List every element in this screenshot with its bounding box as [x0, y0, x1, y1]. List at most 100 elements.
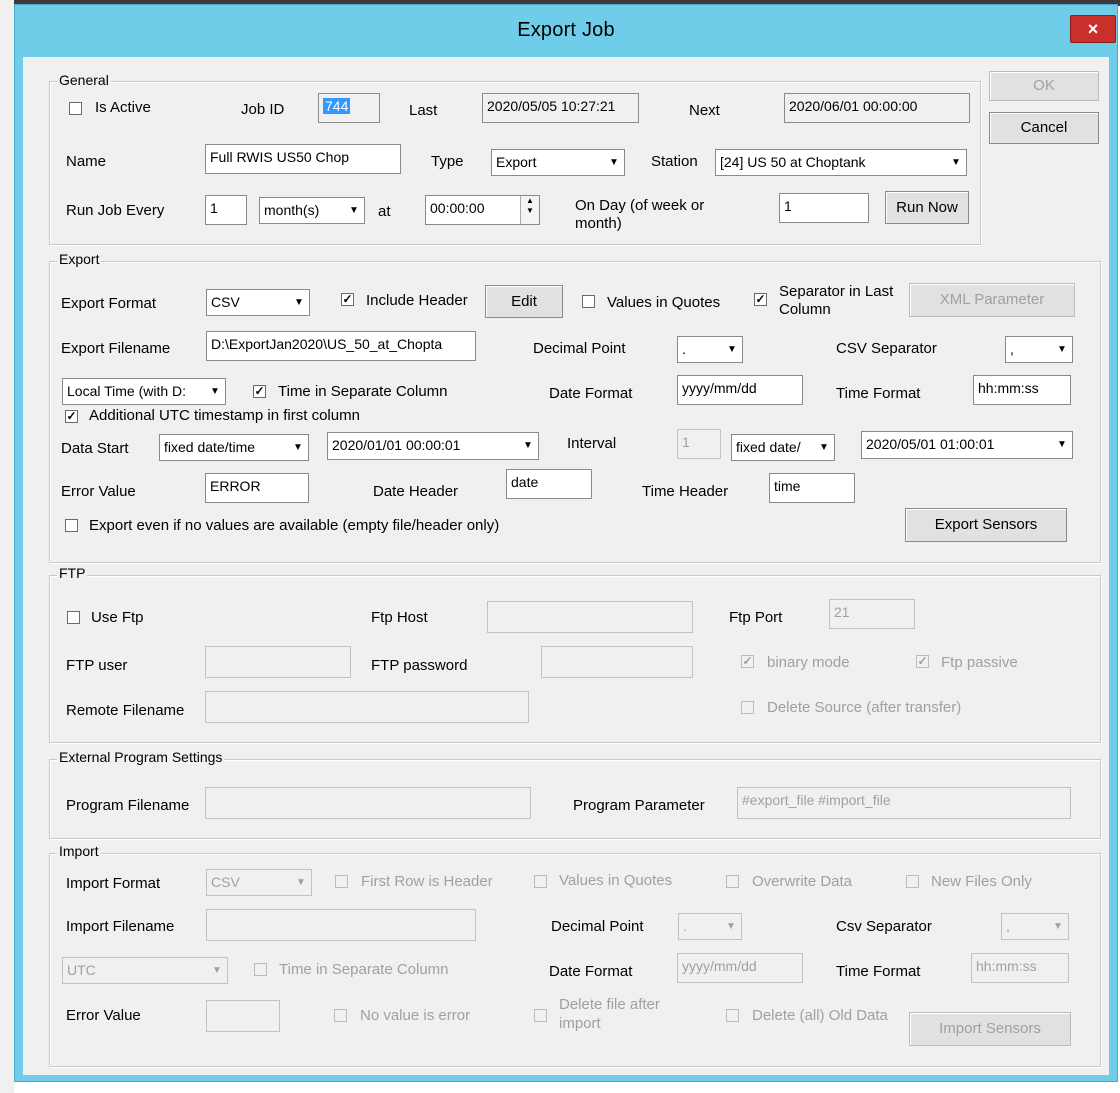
edit-button[interactable]: Edit — [485, 285, 563, 318]
first-row-header-checkbox[interactable] — [335, 875, 348, 888]
values-in-quotes-label: Values in Quotes — [607, 294, 721, 311]
export-empty-label: Export even if no values are available (… — [89, 517, 500, 534]
on-day-field[interactable]: 1 — [779, 193, 869, 223]
import-error-field[interactable] — [206, 1000, 280, 1032]
delete-old-data-checkbox[interactable] — [726, 1009, 739, 1022]
import-time-zone-select[interactable]: UTC ▼ — [62, 957, 228, 984]
ok-button[interactable]: OK — [989, 71, 1099, 101]
on-day-label: On Day (of week or — [575, 197, 705, 214]
chevron-down-icon: ▼ — [1053, 338, 1071, 361]
delete-source-checkbox[interactable] — [741, 701, 754, 714]
cancel-button[interactable]: Cancel — [989, 112, 1099, 144]
binary-mode-label: binary mode — [767, 654, 850, 671]
overwrite-data-checkbox[interactable] — [726, 875, 739, 888]
time-zone-value: Local Time (with D: — [67, 383, 187, 399]
is-active-checkbox[interactable] — [69, 102, 82, 115]
dialog-client-area: OK Cancel General Is Active Job ID 744 L… — [23, 57, 1109, 1075]
remote-filename-field[interactable] — [205, 691, 529, 723]
import-group-title: Import — [57, 843, 101, 859]
import-filename-label: Import Filename — [66, 918, 175, 935]
chevron-down-icon: ▼ — [723, 338, 741, 361]
delete-after-import-checkbox[interactable] — [534, 1009, 547, 1022]
import-time-format-field[interactable]: hh:mm:ss — [971, 953, 1069, 983]
values-in-quotes-checkbox[interactable] — [582, 295, 595, 308]
type-select[interactable]: Export ▼ — [491, 149, 625, 176]
export-format-label: Export Format — [61, 295, 157, 312]
import-time-separate-checkbox[interactable] — [254, 963, 267, 976]
close-icon: × — [1087, 19, 1099, 39]
utc-first-checkbox[interactable]: ✓ — [65, 410, 78, 423]
run-every-field[interactable]: 1 — [205, 195, 247, 225]
new-files-only-checkbox[interactable] — [906, 875, 919, 888]
station-select[interactable]: [24] US 50 at Choptank ▼ — [715, 149, 967, 176]
time-zone-select[interactable]: Local Time (with D: ▼ — [62, 378, 226, 405]
chevron-down-icon: ▼ — [1049, 915, 1067, 938]
time-format-field[interactable]: hh:mm:ss — [973, 375, 1071, 405]
use-ftp-checkbox[interactable] — [67, 611, 80, 624]
name-label: Name — [66, 153, 107, 170]
date-format-field[interactable]: yyyy/mm/dd — [677, 375, 803, 405]
export-empty-checkbox[interactable] — [65, 519, 78, 532]
chevron-down-icon: ▼ — [289, 436, 307, 459]
ftp-port-label: Ftp Port — [729, 609, 783, 626]
time-header-field[interactable]: time — [769, 473, 855, 503]
ftp-password-field[interactable] — [541, 646, 693, 678]
new-files-only-label: New Files Only — [931, 873, 1032, 890]
include-header-checkbox[interactable]: ✓ — [341, 293, 354, 306]
chevron-down-icon: ▼ — [292, 871, 310, 894]
export-sensors-button[interactable]: Export Sensors — [905, 508, 1067, 542]
decimal-point-select[interactable]: . ▼ — [677, 336, 743, 363]
import-filename-field[interactable] — [206, 909, 476, 941]
next-run-field[interactable]: 2020/06/01 00:00:00 — [784, 93, 970, 123]
no-value-error-checkbox[interactable] — [334, 1009, 347, 1022]
overwrite-data-label: Overwrite Data — [752, 873, 853, 890]
spin-arrows-icon[interactable]: ▲ ▼ — [520, 196, 539, 224]
ftp-host-field[interactable] — [487, 601, 693, 633]
import-decimal-select[interactable]: . ▼ — [678, 913, 742, 940]
csv-separator-select[interactable]: , ▼ — [1005, 336, 1073, 363]
delete-old-data-label: Delete (all) Old Data — [752, 1007, 888, 1024]
ftp-port-field[interactable]: 21 — [829, 599, 915, 629]
chevron-down-icon: ▼ — [519, 434, 537, 458]
export-format-select[interactable]: CSV ▼ — [206, 289, 310, 316]
program-parameter-field[interactable]: #export_file #import_file — [737, 787, 1071, 819]
date-header-field[interactable]: date — [506, 469, 592, 499]
ftp-user-field[interactable] — [205, 646, 351, 678]
run-every-label: Run Job Every — [66, 202, 165, 219]
program-parameter-label: Program Parameter — [573, 797, 705, 814]
import-format-select[interactable]: CSV ▼ — [206, 869, 312, 896]
separator-last-checkbox[interactable]: ✓ — [754, 293, 767, 306]
import-csv-separator-select[interactable]: , ▼ — [1001, 913, 1069, 940]
program-filename-field[interactable] — [205, 787, 531, 819]
start-date-select[interactable]: 2020/01/01 00:00:01 ▼ — [327, 432, 539, 460]
interval-unit-select[interactable]: fixed date/ ▼ — [731, 434, 835, 461]
export-filename-field[interactable]: D:\ExportJan2020\US_50_at_Chopta — [206, 331, 476, 361]
job-id-field[interactable]: 744 — [318, 93, 380, 123]
close-button[interactable]: × — [1070, 15, 1116, 43]
import-error-label: Error Value — [66, 1007, 141, 1024]
ftp-passive-checkbox[interactable]: ✓ — [916, 655, 929, 668]
import-sensors-button[interactable]: Import Sensors — [909, 1012, 1071, 1046]
at-time-value: 00:00:00 — [430, 200, 485, 216]
data-start-select[interactable]: fixed date/time ▼ — [159, 434, 309, 461]
date-format-label: Date Format — [549, 385, 633, 402]
title-bar[interactable]: Export Job × — [15, 5, 1117, 55]
import-time-separate-label: Time in Separate Column — [279, 961, 449, 978]
export-error-field[interactable]: ERROR — [205, 473, 309, 503]
run-unit-select[interactable]: month(s) ▼ — [259, 197, 365, 224]
last-run-field[interactable]: 2020/05/05 10:27:21 — [482, 93, 639, 123]
binary-mode-checkbox[interactable]: ✓ — [741, 655, 754, 668]
xml-parameter-button[interactable]: XML Parameter — [909, 283, 1075, 317]
time-separate-checkbox[interactable]: ✓ — [253, 385, 266, 398]
at-time-field[interactable]: 00:00:00 ▲ ▼ — [425, 195, 540, 225]
interval-field[interactable]: 1 — [677, 429, 721, 459]
chevron-down-icon: ▼ — [722, 915, 740, 938]
run-now-button[interactable]: Run Now — [885, 191, 969, 224]
name-field[interactable]: Full RWIS US50 Chop — [205, 144, 401, 174]
csv-separator-value: , — [1010, 341, 1014, 357]
end-date-select[interactable]: 2020/05/01 01:00:01 ▼ — [861, 431, 1073, 459]
import-date-format-field[interactable]: yyyy/mm/dd — [677, 953, 803, 983]
external-program-group-title: External Program Settings — [57, 749, 225, 765]
import-quotes-checkbox[interactable] — [534, 875, 547, 888]
at-label: at — [378, 203, 391, 220]
